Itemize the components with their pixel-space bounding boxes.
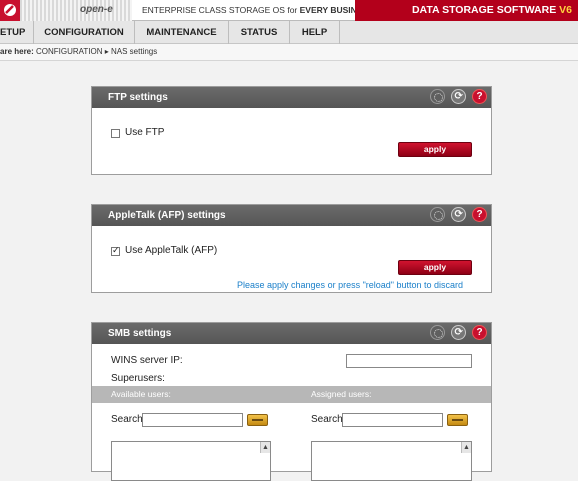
settings-icon[interactable] <box>430 207 446 222</box>
top-header: open-e ENTERPRISE CLASS STORAGE OS for E… <box>0 0 578 21</box>
nav-maintenance[interactable]: MAINTENANCE <box>135 21 229 44</box>
search-assigned-button[interactable] <box>447 414 468 426</box>
reload-icon[interactable]: ⟳ <box>451 325 467 340</box>
afp-settings-panel: AppleTalk (AFP) settings ⟳ ? Use AppleTa… <box>91 204 492 293</box>
scroll-up-icon[interactable]: ▲ <box>461 442 471 453</box>
help-icon[interactable]: ? <box>472 207 487 222</box>
search-assigned-input[interactable] <box>342 413 443 427</box>
ftp-panel-header: FTP settings ⟳ ? <box>92 87 491 108</box>
pending-changes-note: Please apply changes or press "reload" b… <box>237 280 464 290</box>
search-available-input[interactable] <box>142 413 243 427</box>
search-available-button[interactable] <box>247 414 268 426</box>
afp-apply-button[interactable]: apply <box>398 260 472 275</box>
app-logo-icon[interactable] <box>0 0 20 21</box>
ftp-apply-button[interactable]: apply <box>398 142 472 157</box>
assigned-users-list[interactable]: ▲ <box>311 441 472 481</box>
smb-settings-panel: SMB settings ⟳ ? WINS server IP: Superus… <box>91 322 492 481</box>
ftp-panel-title: FTP settings <box>108 92 168 103</box>
ftp-settings-panel: FTP settings ⟳ ? Use FTP apply <box>91 86 492 175</box>
help-icon[interactable]: ? <box>472 89 487 104</box>
available-users-list[interactable]: ▲ <box>111 441 271 481</box>
use-ftp-label: Use FTP <box>125 127 165 138</box>
nav-status[interactable]: STATUS <box>229 21 290 44</box>
settings-icon[interactable] <box>430 325 446 340</box>
reload-icon[interactable]: ⟳ <box>451 207 467 222</box>
use-afp-checkbox[interactable] <box>111 245 120 256</box>
assigned-users-label: Assigned users: <box>311 389 372 399</box>
use-ftp-checkbox[interactable] <box>111 129 120 138</box>
main-nav: ETUP CONFIGURATION MAINTENANCE STATUS HE… <box>0 21 578 44</box>
nav-configuration[interactable]: CONFIGURATION <box>34 21 135 44</box>
nav-help[interactable]: HELP <box>290 21 340 44</box>
afp-panel-title: AppleTalk (AFP) settings <box>108 210 226 221</box>
product-name: DATA STORAGE SOFTWARE V6 <box>411 4 572 16</box>
brand-logo: open-e <box>80 4 113 15</box>
superusers-label: Superusers: <box>111 373 165 384</box>
wins-server-input[interactable] <box>346 354 472 368</box>
breadcrumb-prefix: are here: <box>0 47 34 56</box>
search-assigned-label: Search <box>311 414 343 425</box>
available-users-label: Available users: <box>111 389 171 399</box>
product-banner: DATA STORAGE SOFTWARE V6 <box>355 0 578 21</box>
brand-strip <box>20 0 132 21</box>
product-version: V6 <box>559 4 572 16</box>
scroll-up-icon[interactable]: ▲ <box>260 442 270 453</box>
reload-icon[interactable]: ⟳ <box>451 89 467 104</box>
smb-panel-title: SMB settings <box>108 328 172 339</box>
breadcrumb: are here: CONFIGURATION ▸ NAS settings <box>0 44 578 61</box>
smb-panel-header: SMB settings ⟳ ? <box>92 323 491 344</box>
help-icon[interactable]: ? <box>472 325 487 340</box>
settings-icon[interactable] <box>430 89 446 104</box>
tagline: ENTERPRISE CLASS STORAGE OS for EVERY BU… <box>142 5 374 15</box>
afp-panel-header: AppleTalk (AFP) settings ⟳ ? <box>92 205 491 226</box>
nav-setup[interactable]: ETUP <box>0 21 34 44</box>
use-afp-label: Use AppleTalk (AFP) <box>125 245 218 256</box>
breadcrumb-path[interactable]: CONFIGURATION ▸ NAS settings <box>34 47 157 56</box>
users-bar: Available users: Assigned users: <box>92 386 491 403</box>
wins-server-label: WINS server IP: <box>111 355 183 366</box>
search-available-label: Search <box>111 414 143 425</box>
